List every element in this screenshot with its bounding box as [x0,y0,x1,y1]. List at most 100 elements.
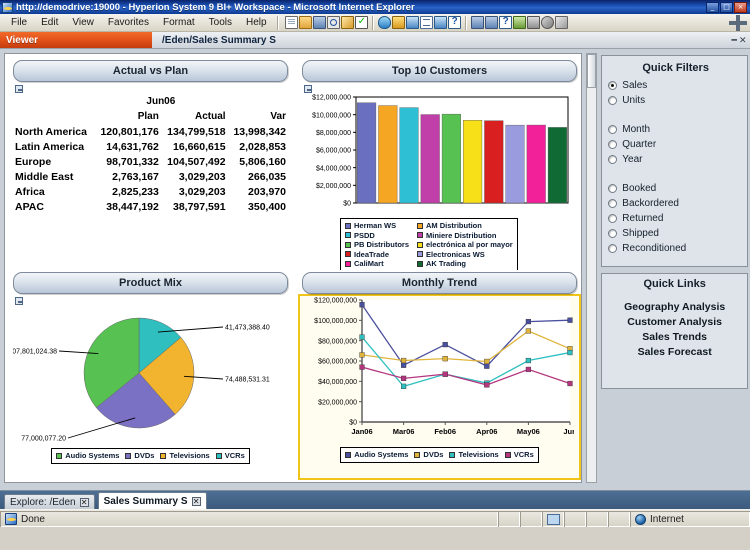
save-as-icon[interactable] [471,16,484,29]
data-point[interactable] [401,376,406,381]
viewer-label[interactable]: Viewer [0,32,152,48]
menu-help[interactable]: Help [239,16,274,29]
checkmark-icon[interactable] [355,16,368,29]
dashboard-scrollbar[interactable] [586,53,597,483]
bar[interactable] [400,108,419,203]
data-point[interactable] [443,356,448,361]
print-icon[interactable] [527,16,540,29]
menu-format[interactable]: Format [156,16,202,29]
search-icon[interactable] [327,16,340,29]
menu-view[interactable]: View [65,16,101,29]
product-mix-pie-chart[interactable]: 41,473,388.4074,488,531.3177,000,077.201… [13,305,288,447]
restore-button[interactable]: □ [720,2,733,13]
data-point[interactable] [443,342,448,347]
minimize-button[interactable]: _ [706,2,719,13]
open-folder-icon[interactable] [299,16,312,29]
data-point[interactable] [360,353,365,358]
radio-month[interactable] [608,125,617,134]
data-point[interactable] [568,381,573,386]
filter-option-year[interactable]: Year [608,152,743,167]
menu-tools[interactable]: Tools [202,16,239,29]
minimize-icon[interactable]: ━ [732,35,737,46]
minimize-icon-top-customers[interactable] [304,85,312,93]
filter-option-shipped[interactable]: Shipped [608,226,743,241]
quick-link-customer-analysis[interactable]: Customer Analysis [608,315,741,330]
layout-icon[interactable] [420,16,433,29]
quick-link-geography-analysis[interactable]: Geography Analysis [608,300,741,315]
ink-drop-icon[interactable] [378,16,391,29]
radio-shipped[interactable] [608,229,617,238]
quick-link-sales-forecast[interactable]: Sales Forecast [608,345,741,360]
data-point[interactable] [484,359,489,364]
radio-returned[interactable] [608,214,617,223]
filter-option-quarter[interactable]: Quarter [608,137,743,152]
data-point[interactable] [360,302,365,307]
note-icon[interactable] [513,16,526,29]
bar[interactable] [484,121,503,203]
bar[interactable] [442,114,461,203]
tab-explore-eden[interactable]: Explore: /Eden ✕ [4,494,95,509]
filter-option-returned[interactable]: Returned [608,211,743,226]
data-point[interactable] [401,358,406,363]
close-icon[interactable]: ✕ [192,497,201,506]
security-zone-cell[interactable]: Internet [630,511,750,527]
bar[interactable] [357,103,376,203]
radio-booked[interactable] [608,184,617,193]
filter-option-reconditioned[interactable]: Reconditioned [608,241,743,256]
radio-quarter[interactable] [608,140,617,149]
radio-backordered[interactable] [608,199,617,208]
data-point[interactable] [360,365,365,370]
bar[interactable] [421,115,440,203]
bar[interactable] [463,120,482,203]
data-point[interactable] [526,329,531,334]
menu-edit[interactable]: Edit [34,16,65,29]
quick-link-sales-trends[interactable]: Sales Trends [608,330,741,345]
minimize-icon-actual-vs-plan[interactable] [15,85,23,93]
viewer-window-controls[interactable]: ━ ✕ [728,32,750,48]
radio-year[interactable] [608,155,617,164]
top-customers-bar-chart[interactable]: $0$2,000,000$4,000,000$6,000,000$8,000,0… [302,93,574,213]
data-point[interactable] [360,335,365,340]
filter-option-booked[interactable]: Booked [608,181,743,196]
bar[interactable] [527,125,546,203]
filter-option-units[interactable]: Units [608,93,743,108]
data-point[interactable] [401,363,406,368]
menu-file[interactable]: File [4,16,34,29]
data-point[interactable] [443,372,448,377]
data-point[interactable] [526,358,531,363]
filter-option-backordered[interactable]: Backordered [608,196,743,211]
help-info-icon[interactable] [448,16,461,29]
data-point[interactable] [568,318,573,323]
close-button[interactable]: × [734,2,747,13]
radio-sales[interactable] [608,81,617,90]
bar[interactable] [548,127,567,203]
link-icon[interactable] [541,16,554,29]
data-point[interactable] [526,319,531,324]
question-icon[interactable] [499,16,512,29]
minimize-icon-product-mix[interactable] [15,297,23,305]
data-point[interactable] [526,367,531,372]
menu-favorites[interactable]: Favorites [101,16,156,29]
new-document-icon[interactable] [285,16,298,29]
magic-wand-icon[interactable] [555,16,568,29]
radio-units[interactable] [608,96,617,105]
data-point[interactable] [484,383,489,388]
close-icon[interactable]: ✕ [80,498,89,507]
home-icon[interactable] [392,16,405,29]
radio-reconditioned[interactable] [608,244,617,253]
filter-option-sales[interactable]: Sales [608,78,743,93]
scrollbar-thumb[interactable] [587,54,596,88]
bar[interactable] [506,125,525,203]
monthly-trend-line-chart[interactable]: $0$20,000,000$40,000,000$60,000,000$80,0… [302,294,574,444]
bar[interactable] [378,106,397,203]
export-icon[interactable] [434,16,447,29]
report-icon[interactable] [406,16,419,29]
data-point[interactable] [401,384,406,389]
save-copy-icon[interactable] [485,16,498,29]
edit-pencil-icon[interactable] [341,16,354,29]
filter-option-month[interactable]: Month [608,122,743,137]
data-point[interactable] [484,364,489,369]
tab-sales-summary[interactable]: Sales Summary S ✕ [98,492,207,509]
data-point[interactable] [568,350,573,355]
save-icon[interactable] [313,16,326,29]
